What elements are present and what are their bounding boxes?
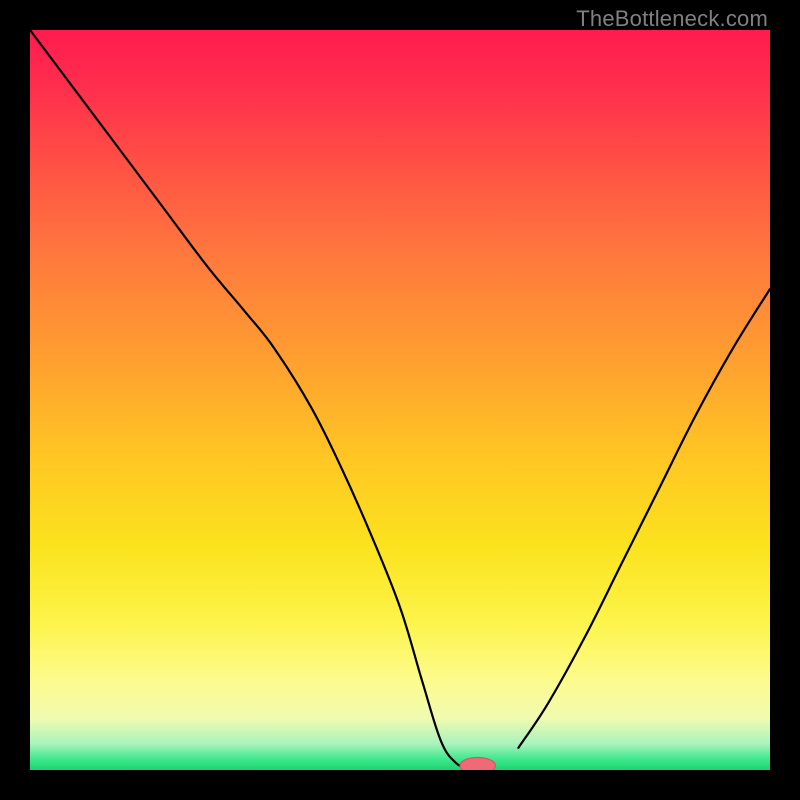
bottleneck-chart <box>30 30 770 770</box>
watermark-text: TheBottleneck.com <box>576 6 768 32</box>
gradient-background <box>30 30 770 770</box>
chart-frame: TheBottleneck.com <box>0 0 800 800</box>
optimal-point-marker <box>460 757 496 770</box>
